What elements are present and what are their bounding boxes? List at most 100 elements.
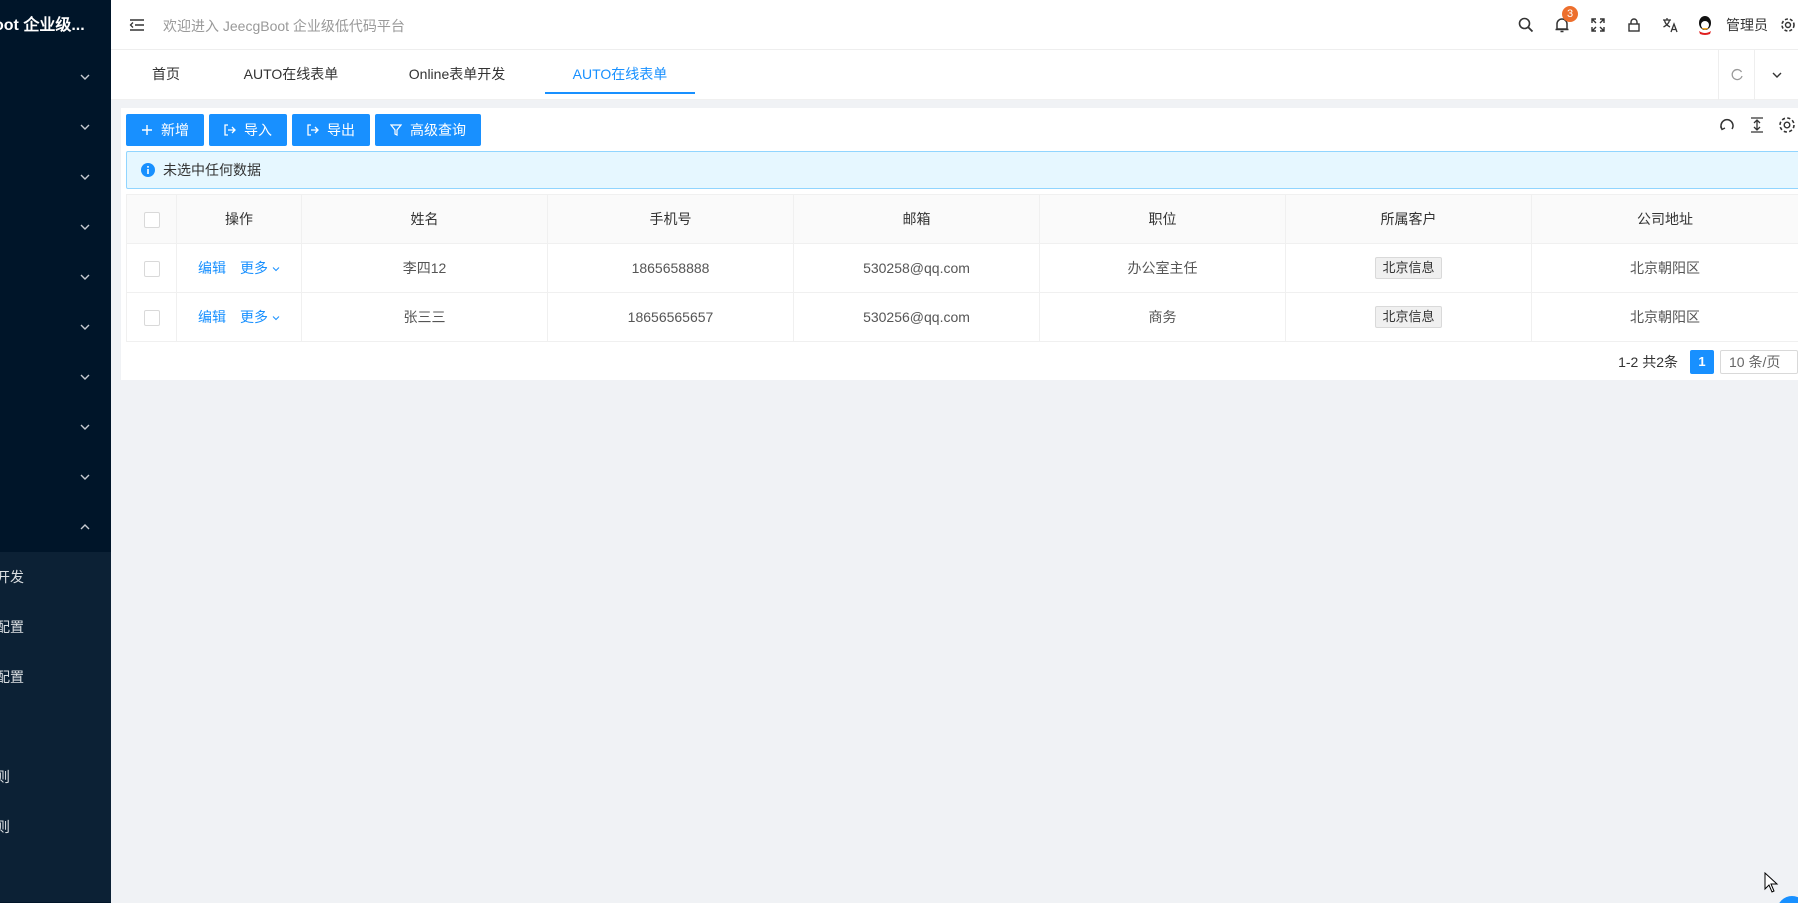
column-settings-icon[interactable] — [1778, 116, 1796, 134]
sidebar-item-9[interactable] — [0, 452, 111, 502]
reload-icon[interactable] — [1718, 116, 1736, 134]
more-label: 更多 — [240, 309, 269, 325]
select-all-checkbox[interactable] — [143, 211, 160, 228]
column-header-customer[interactable]: 所属客户 — [1285, 194, 1532, 244]
top-header: 欢迎进入 JeecgBoot 企业级低代码平台 3 管理员 — [111, 0, 1798, 50]
chevron-down-icon — [80, 274, 90, 280]
menu-fold-icon[interactable] — [129, 17, 145, 33]
sidebar-item-4[interactable] — [0, 202, 111, 252]
fullscreen-icon — [1591, 18, 1605, 32]
sidebar-item-5[interactable] — [0, 252, 111, 302]
select-all-cell — [126, 194, 177, 244]
import-icon — [224, 124, 236, 136]
column-header-actions: 操作 — [176, 194, 302, 244]
selection-alert: 未选中任何数据 — [126, 151, 1798, 189]
export-button-label: 导出 — [327, 122, 355, 138]
edit-link[interactable]: 编辑 — [198, 309, 226, 325]
tab-dropdown-button[interactable] — [1754, 50, 1798, 100]
language-button[interactable] — [1652, 0, 1688, 50]
column-header-name[interactable]: 姓名 — [301, 194, 548, 244]
refresh-icon — [1731, 68, 1743, 81]
export-button[interactable]: 导出 — [292, 114, 370, 146]
table-settings — [1718, 116, 1798, 134]
chevron-down-icon — [80, 424, 90, 430]
tab-actions — [1718, 50, 1798, 100]
chevron-up-icon — [80, 524, 90, 530]
info-icon — [141, 163, 155, 177]
sidebar-subitem-report-config-1[interactable]: 表配置 — [0, 602, 93, 652]
cell-email: 530258@qq.com — [793, 243, 1040, 293]
search-button[interactable] — [1508, 0, 1544, 50]
add-button-label: 新增 — [161, 122, 189, 138]
sidebar-item-8[interactable] — [0, 402, 111, 452]
customer-tag: 北京信息 — [1375, 257, 1442, 279]
translate-icon — [1663, 18, 1678, 33]
sidebar-item-7[interactable] — [0, 352, 111, 402]
sidebar-subitem-rule-1[interactable]: 规则 — [0, 752, 93, 802]
chevron-down-icon — [80, 124, 90, 130]
import-button[interactable]: 导入 — [209, 114, 287, 146]
settings-button[interactable] — [1778, 0, 1798, 50]
sidebar-submenu: 单开发 表配置 表配置 规则 规则 多 — [0, 552, 111, 902]
content-card: 新增 导入 导出 高级查询 未选中任何数据 操作 姓名 手机号 邮箱 职位 所属… — [121, 108, 1798, 380]
chevron-down-icon — [272, 267, 280, 272]
column-header-phone[interactable]: 手机号 — [547, 194, 794, 244]
sidebar-item-3[interactable] — [0, 152, 111, 202]
chevron-down-icon — [80, 324, 90, 330]
app-logo-title[interactable]: oot 企业级... — [0, 0, 105, 52]
import-button-label: 导入 — [244, 122, 272, 138]
row-checkbox[interactable] — [143, 260, 160, 277]
row-actions: 编辑 更多 — [176, 243, 302, 293]
cell-address: 北京朝阳区 — [1531, 243, 1798, 293]
more-label: 更多 — [240, 260, 269, 276]
column-header-email[interactable]: 邮箱 — [793, 194, 1040, 244]
avatar — [1694, 14, 1716, 36]
username: 管理员 — [1726, 17, 1768, 33]
toolbar: 新增 导入 导出 高级查询 — [126, 114, 486, 146]
tab-auto-form-1[interactable]: AUTO在线表单 — [243, 50, 339, 94]
chevron-down-icon — [80, 174, 90, 180]
column-height-icon[interactable] — [1748, 116, 1766, 134]
lock-screen-button[interactable] — [1616, 0, 1652, 50]
cell-phone: 18656565657 — [547, 292, 794, 342]
more-dropdown[interactable]: 更多 — [240, 309, 280, 325]
sidebar-subitem-blank[interactable] — [0, 702, 93, 752]
tab-auto-form-active[interactable]: AUTO在线表单 — [545, 50, 695, 94]
sidebar-item-expanded[interactable] — [0, 502, 111, 552]
tab-home[interactable]: 首页 — [151, 50, 181, 94]
mouse-cursor-icon — [1764, 872, 1779, 893]
page-tabs: 首页 AUTO在线表单 Online表单开发 AUTO在线表单 — [111, 50, 1798, 100]
notification-button[interactable]: 3 — [1544, 0, 1580, 50]
filter-icon — [390, 124, 402, 136]
sidebar-subitem-rule-2[interactable]: 规则 — [0, 802, 93, 852]
cell-email: 530256@qq.com — [793, 292, 1040, 342]
sidebar-item-2[interactable] — [0, 102, 111, 152]
page-size-select[interactable]: 10 条/页 — [1720, 350, 1798, 374]
tab-online-dev[interactable]: Online表单开发 — [403, 50, 511, 94]
page-size-value: 10 条/页 — [1729, 354, 1781, 370]
sidebar-item-6[interactable] — [0, 302, 111, 352]
table-row: 编辑 更多 李四12 1865658888 530258@qq.com 办公室主任… — [126, 243, 1798, 293]
cell-customer: 北京信息 — [1285, 292, 1532, 342]
chevron-down-icon — [80, 374, 90, 380]
user-menu[interactable]: 管理员 — [1688, 0, 1778, 50]
sidebar-subitem-report-config-2[interactable]: 表配置 — [0, 652, 93, 702]
row-checkbox[interactable] — [143, 309, 160, 326]
column-header-address[interactable]: 公司地址 — [1531, 194, 1798, 244]
export-icon — [307, 124, 319, 136]
search-icon — [1518, 17, 1534, 33]
sidebar-subitem-online-dev[interactable]: 单开发 — [0, 552, 93, 602]
notification-badge: 3 — [1562, 6, 1578, 22]
advanced-query-button[interactable]: 高级查询 — [375, 114, 481, 146]
add-button[interactable]: 新增 — [126, 114, 204, 146]
row-select-cell — [126, 292, 177, 342]
more-dropdown[interactable]: 更多 — [240, 260, 280, 276]
sidebar-subitem-more[interactable]: 多 — [0, 852, 93, 902]
page-1-button[interactable]: 1 — [1690, 350, 1714, 374]
tab-refresh-button[interactable] — [1718, 50, 1754, 100]
fullscreen-button[interactable] — [1580, 0, 1616, 50]
floating-action-button[interactable] — [1777, 896, 1798, 903]
edit-link[interactable]: 编辑 — [198, 260, 226, 276]
sidebar-item-1[interactable] — [0, 52, 111, 102]
column-header-position[interactable]: 职位 — [1039, 194, 1286, 244]
